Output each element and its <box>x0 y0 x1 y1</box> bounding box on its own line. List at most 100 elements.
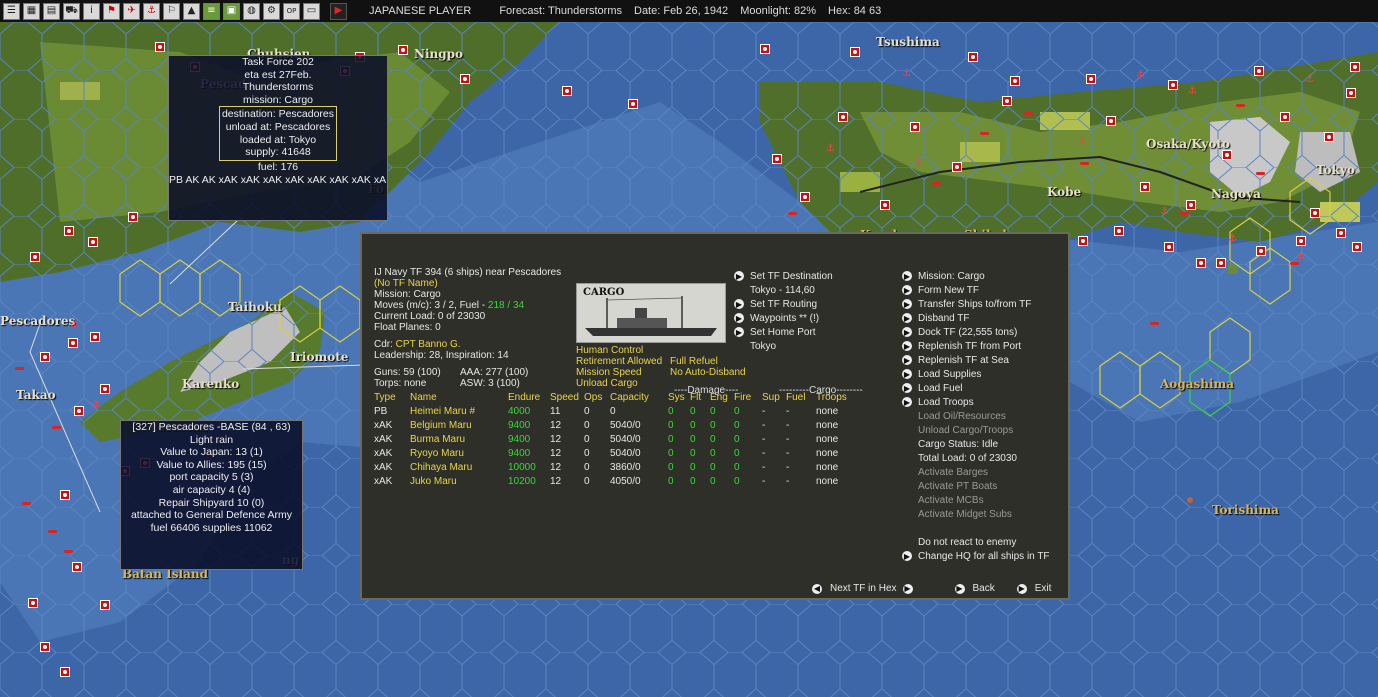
arrow-right-icon[interactable]: ▶ <box>734 313 744 323</box>
ship-row[interactable]: PB Heimei Maru #4000 11 0 0 0 0 0 0 - - none <box>374 404 856 418</box>
previous-arrow-icon[interactable]: ◀ <box>812 583 822 594</box>
column-speed[interactable]: Speed <box>550 390 584 404</box>
base-marker-icon[interactable] <box>398 45 408 55</box>
anchor-icon[interactable]: ⚓ <box>70 320 79 330</box>
base-marker-icon[interactable] <box>850 47 860 57</box>
base-marker-icon[interactable] <box>952 162 962 172</box>
ship-unit-icon[interactable] <box>1236 104 1245 107</box>
ship-unit-icon[interactable] <box>1256 172 1265 175</box>
tf-cmd-load-supplies[interactable]: ▶ Load Supplies <box>902 367 1050 381</box>
flag-icon[interactable]: ⚑ <box>103 2 120 20</box>
base-marker-icon[interactable] <box>100 600 110 610</box>
column-capacity[interactable]: Capacity <box>610 390 668 404</box>
arrow-right-icon[interactable]: ▶ <box>902 355 912 365</box>
base-marker-icon[interactable] <box>1216 258 1226 268</box>
ship-unit-icon[interactable] <box>48 530 57 533</box>
column-eng[interactable]: Eng <box>710 390 734 404</box>
base-marker-icon[interactable] <box>88 237 98 247</box>
ship-unit-icon[interactable] <box>64 550 73 553</box>
column-sup[interactable]: Sup <box>762 390 786 404</box>
anchor-icon[interactable]: ⚓ <box>1305 75 1314 85</box>
ship-icon[interactable]: ⚓ <box>143 2 160 20</box>
base-marker-icon[interactable] <box>1168 80 1178 90</box>
base-marker-icon[interactable] <box>28 598 38 608</box>
ship-unit-icon[interactable] <box>15 367 24 370</box>
ship-unit-icon[interactable] <box>980 132 989 135</box>
tf-flag-full-refuel[interactable]: Full Refuel <box>670 356 780 367</box>
base-marker-icon[interactable] <box>74 406 84 416</box>
anchor-icon[interactable]: ⚓ <box>914 157 923 167</box>
arrow-right-icon[interactable]: ▶ <box>902 285 912 295</box>
base-marker-icon[interactable] <box>1324 132 1334 142</box>
tf-flag-unload-cargo[interactable]: Unload Cargo <box>576 378 670 389</box>
back-button[interactable]: ▶ Back <box>954 583 995 594</box>
op-icon[interactable]: OP <box>283 2 300 20</box>
base-marker-icon[interactable] <box>1078 236 1088 246</box>
base-marker-icon[interactable] <box>1296 236 1306 246</box>
arrow-right-icon[interactable]: ▶ <box>902 271 912 281</box>
tf-cmd-disband-tf[interactable]: ▶ Disband TF <box>902 311 1050 325</box>
arrow-right-icon[interactable]: ▶ <box>902 341 912 351</box>
ship-row[interactable]: xAK Ryoyo Maru 9400 12 0 5040/0 0 0 0 0 - - none <box>374 446 856 460</box>
column-sys[interactable]: Sys <box>668 390 690 404</box>
anchor-icon[interactable]: ⚓ <box>1296 252 1305 262</box>
base-marker-icon[interactable] <box>155 42 165 52</box>
base-marker-icon[interactable] <box>1106 116 1116 126</box>
globe-icon[interactable]: ◍ <box>243 2 260 20</box>
anchor-icon[interactable]: ⚓ <box>902 69 911 79</box>
ship-unit-icon[interactable] <box>1150 322 1159 325</box>
base-marker-icon[interactable] <box>1346 88 1356 98</box>
tf-cmd-transfer-ships-to-from-tf[interactable]: ▶ Transfer Ships to/from TF <box>902 297 1050 311</box>
arrow-right-icon[interactable]: ▶ <box>902 397 912 407</box>
base-marker-icon[interactable] <box>1350 62 1360 72</box>
tf-cmd-dock-tf-22-555-tons[interactable]: ▶ Dock TF (22,555 tons) <box>902 325 1050 339</box>
stack-icon[interactable]: ≡ <box>203 2 220 20</box>
tf-cmd-change-hq-for-all-ships-in-tf[interactable]: ▶ Change HQ for all ships in TF <box>902 549 1050 563</box>
base-marker-icon[interactable] <box>40 642 50 652</box>
base-marker-icon[interactable] <box>460 74 470 84</box>
tf-cmd-mission-cargo[interactable]: ▶ Mission: Cargo <box>902 269 1050 283</box>
ship-row[interactable]: xAK Chihaya Maru 10000 12 0 3860/0 0 0 0 0 - - none <box>374 460 856 474</box>
ship-unit-icon[interactable] <box>788 212 797 215</box>
gear-icon[interactable]: ⚙ <box>263 2 280 20</box>
base-marker-icon[interactable] <box>64 226 74 236</box>
base-marker-icon[interactable] <box>772 154 782 164</box>
base-marker-icon[interactable] <box>1280 112 1290 122</box>
arrow-right-icon[interactable]: ▶ <box>902 327 912 337</box>
tf-cmd-form-new-tf[interactable]: ▶ Form New TF <box>902 283 1050 297</box>
base-marker-icon[interactable] <box>1164 242 1174 252</box>
arrow-right-icon[interactable]: ▶ <box>734 271 744 281</box>
tf-cmd-load-fuel[interactable]: ▶ Load Fuel <box>902 381 1050 395</box>
tf-flag-human-control[interactable]: Human Control <box>576 345 670 356</box>
base-marker-icon[interactable] <box>60 667 70 677</box>
chart-icon[interactable]: ▲ <box>183 2 200 20</box>
ship-cell-name[interactable]: Chihaya Maru <box>410 460 508 474</box>
column-fire[interactable]: Fire <box>734 390 762 404</box>
arrow-right-icon[interactable]: ▶ <box>734 299 744 309</box>
flag-small-icon[interactable]: ⚐ <box>163 2 180 20</box>
base-marker-icon[interactable] <box>72 562 82 572</box>
ship-unit-icon[interactable] <box>22 502 31 505</box>
tf-cmd-load-troops[interactable]: ▶ Load Troops <box>902 395 1050 409</box>
anchor-icon[interactable]: ⚓ <box>826 144 835 154</box>
base-marker-icon[interactable] <box>40 352 50 362</box>
base-marker-icon[interactable] <box>68 338 78 348</box>
ship-unit-icon[interactable] <box>1290 262 1299 265</box>
base-marker-icon[interactable] <box>1114 226 1124 236</box>
base-marker-icon[interactable] <box>1196 258 1206 268</box>
ship-row[interactable]: xAK Juko Maru 10200 12 0 4050/0 0 0 0 0 - - none <box>374 474 856 488</box>
document-icon[interactable]: ▤ <box>43 2 60 20</box>
base-marker-icon[interactable] <box>1254 66 1264 76</box>
tf-cmd-replenish-tf-at-sea[interactable]: ▶ Replenish TF at Sea <box>902 353 1050 367</box>
exit-button[interactable]: ▶ Exit <box>1016 583 1051 594</box>
dest-cmd-waypoints[interactable]: ▶ Waypoints ** (!) <box>734 311 833 325</box>
grid-icon[interactable]: ▦ <box>23 2 40 20</box>
ship-unit-icon[interactable] <box>1080 162 1089 165</box>
base-marker-icon[interactable] <box>30 252 40 262</box>
next-tf-button[interactable]: ◀ Next TF in Hex ▶ <box>812 583 913 594</box>
play-turn-icon[interactable]: ▶ <box>330 2 347 20</box>
ship-cell-name[interactable]: Heimei Maru # <box>410 404 508 418</box>
arrow-right-icon[interactable]: ▶ <box>734 327 744 337</box>
dest-cmd-set-tf-destination[interactable]: ▶ Set TF Destination <box>734 269 833 283</box>
base-marker-icon[interactable] <box>1186 200 1196 210</box>
